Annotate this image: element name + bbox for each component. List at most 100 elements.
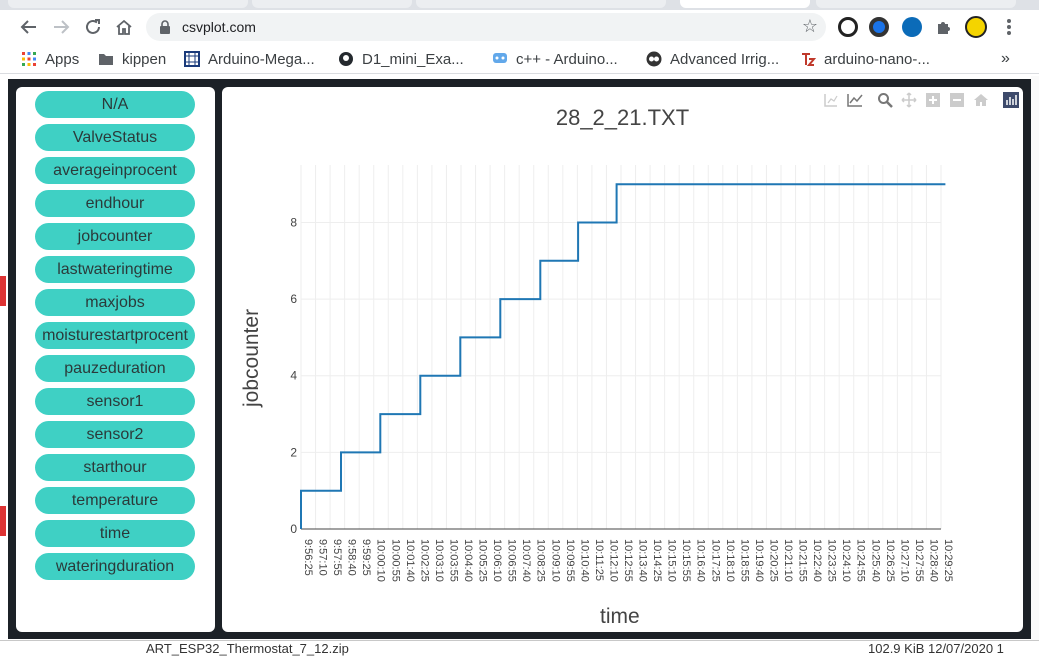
x-tick-label: 10:18:55 xyxy=(738,539,750,582)
status-bar: ART_ESP32_Thermostat_7_12.zip 102.9 KiB … xyxy=(0,640,1039,656)
x-tick-label: 9:59:25 xyxy=(360,539,372,576)
plot-panel: 28_2_21.TXT 9:56:25 9:57:10 9:57:55 9:58:40… xyxy=(222,87,1023,632)
star-icon[interactable]: ☆ xyxy=(802,16,818,37)
column-button[interactable]: moisturestartprocent xyxy=(35,322,195,349)
x-tick-label: 10:22:40 xyxy=(811,539,823,582)
tab-strip xyxy=(0,0,1039,10)
x-tick-label: 10:25:40 xyxy=(869,539,881,582)
x-tick-label: 9:57:10 xyxy=(317,539,329,576)
column-button[interactable]: averageinprocent xyxy=(35,157,195,184)
bookmarks-more-button[interactable]: » xyxy=(1001,50,1010,68)
x-tick-label: 10:23:25 xyxy=(826,539,838,582)
column-button[interactable]: lastwateringtime xyxy=(35,256,195,283)
back-icon[interactable] xyxy=(17,15,41,39)
avatar[interactable] xyxy=(965,16,987,38)
column-button[interactable]: starthour xyxy=(35,454,195,481)
y-axis-label: jobcounter xyxy=(240,308,263,407)
browser-toolbar: csvplot.com ☆ xyxy=(0,10,1039,44)
bookmark-kippen[interactable]: kippen xyxy=(98,50,166,68)
x-tick-label: 10:00:10 xyxy=(375,539,387,582)
x-tick-label: 10:01:40 xyxy=(404,539,416,582)
x-tick-label: 10:16:40 xyxy=(695,539,707,582)
x-tick-label: 10:04:40 xyxy=(462,539,474,582)
stack-icon xyxy=(493,53,507,63)
home-icon[interactable] xyxy=(112,15,136,39)
x-tick-label: 9:57:55 xyxy=(331,539,343,576)
bookmark-apps[interactable]: Apps xyxy=(21,50,79,68)
column-button[interactable]: maxjobs xyxy=(35,289,195,316)
x-tick-label: 9:58:40 xyxy=(346,539,358,576)
x-tick-label: 10:15:10 xyxy=(666,539,678,582)
column-button[interactable]: N/A xyxy=(35,91,195,118)
column-button[interactable]: temperature xyxy=(35,487,195,514)
x-tick-label: 10:19:40 xyxy=(753,539,765,582)
menu-icon[interactable] xyxy=(997,15,1021,39)
column-button[interactable]: ValveStatus xyxy=(35,124,195,151)
x-tick-label: 9:56:25 xyxy=(302,539,314,576)
y-tick-label: 6 xyxy=(290,292,297,306)
bookmark-arduino-mega[interactable]: Arduino-Mega... xyxy=(184,50,315,68)
tab[interactable] xyxy=(252,0,412,8)
line-chart[interactable]: 9:56:25 9:57:10 9:57:55 9:58:40 9:59:25 10:00… xyxy=(222,87,1023,632)
column-selector-panel: N/A ValveStatus averageinprocent endhour job… xyxy=(16,87,215,632)
x-axis-label: time xyxy=(600,605,640,628)
column-button[interactable]: sensor2 xyxy=(35,421,195,448)
tab[interactable] xyxy=(8,0,248,8)
bookmarks-bar: Apps kippen Arduino-Mega... D1_mini_Exa.… xyxy=(0,44,1039,74)
x-tick-label: 10:17:25 xyxy=(709,539,721,582)
x-tick-label: 10:29:25 xyxy=(942,539,954,582)
x-tick-label: 10:12:10 xyxy=(607,539,619,582)
extension-icon[interactable] xyxy=(902,17,922,37)
x-tick-label: 10:09:55 xyxy=(564,539,576,582)
column-button[interactable]: wateringduration xyxy=(35,553,195,580)
x-tick-label: 10:07:40 xyxy=(520,539,532,582)
bookmark-label: c++ - Arduino... xyxy=(516,50,618,68)
x-tick-label: 10:11:25 xyxy=(593,539,605,581)
tab-active[interactable] xyxy=(680,0,810,8)
lock-icon[interactable] xyxy=(158,19,172,35)
x-tick-label: 10:10:40 xyxy=(578,539,590,582)
url-text[interactable]: csvplot.com xyxy=(182,19,256,35)
site-icon xyxy=(184,51,200,67)
x-tick-label: 10:27:55 xyxy=(913,539,925,582)
bookmark-advanced-irrig[interactable]: Advanced Irrig... xyxy=(646,50,779,68)
x-tick-label: 10:14:25 xyxy=(651,539,663,582)
extension-icon[interactable] xyxy=(838,17,858,37)
bookmark-label: D1_mini_Exa... xyxy=(362,50,464,68)
bookmark-cpp-arduino[interactable]: c++ - Arduino... xyxy=(492,50,618,68)
x-tick-label: 10:00:55 xyxy=(389,539,401,582)
x-tick-label: 10:24:55 xyxy=(855,539,867,582)
x-tick-label: 10:06:10 xyxy=(491,539,503,582)
y-tick-label: 4 xyxy=(290,369,297,383)
column-button[interactable]: endhour xyxy=(35,190,195,217)
x-tick-label: 10:20:25 xyxy=(767,539,779,582)
instructables-icon xyxy=(646,51,662,67)
scrollbar[interactable] xyxy=(1031,76,1039,640)
y-tick-label: 0 xyxy=(290,522,297,536)
column-button[interactable]: sensor1 xyxy=(35,388,195,415)
x-tick-label: 10:09:10 xyxy=(549,539,561,582)
bookmark-label: Arduino-Mega... xyxy=(208,50,315,68)
bookmark-d1-mini[interactable]: D1_mini_Exa... xyxy=(338,50,464,68)
column-button[interactable]: time xyxy=(35,520,195,547)
x-tick-label: 10:06:55 xyxy=(506,539,518,582)
bookmark-arduino-nano[interactable]: arduino-nano-... xyxy=(800,50,930,68)
tab[interactable] xyxy=(816,0,1016,8)
y-tick-label: 2 xyxy=(290,445,297,459)
bookmark-label: arduino-nano-... xyxy=(824,50,930,68)
x-tick-label: 10:12:55 xyxy=(622,539,634,582)
address-bar[interactable]: csvplot.com ☆ xyxy=(146,13,826,41)
column-button[interactable]: jobcounter xyxy=(35,223,195,250)
column-button[interactable]: pauzeduration xyxy=(35,355,195,382)
x-tick-label: 10:02:25 xyxy=(418,539,430,582)
bookmark-label: Apps xyxy=(45,50,80,68)
apps-grid-icon xyxy=(22,52,36,66)
x-tick-label: 10:21:10 xyxy=(782,539,794,582)
reload-icon[interactable] xyxy=(81,15,105,39)
forward-icon[interactable] xyxy=(49,15,73,39)
puzzle-icon[interactable] xyxy=(932,15,956,39)
x-tick-label: 10:03:55 xyxy=(447,539,459,582)
x-tick-label: 10:05:25 xyxy=(477,539,489,582)
tab[interactable] xyxy=(416,0,666,8)
extension-icon[interactable] xyxy=(869,17,889,37)
